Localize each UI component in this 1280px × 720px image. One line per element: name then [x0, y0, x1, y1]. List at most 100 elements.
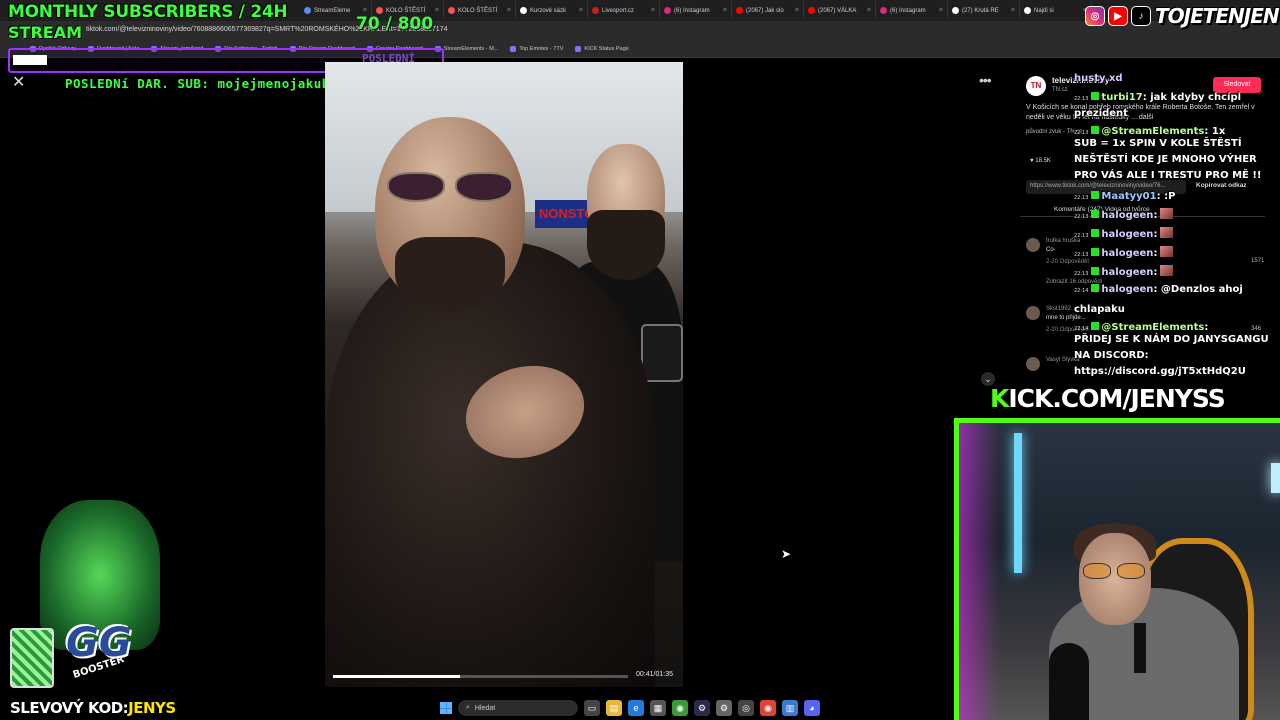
store-icon[interactable]: ▦	[650, 700, 666, 716]
webcam-lamp	[1271, 463, 1280, 493]
close-tab-icon[interactable]: ×	[939, 7, 943, 14]
webcam-microphone	[1049, 643, 1089, 720]
chat-text: PŘIDEJ SE K NÁM DO JANYSGANGU NA DISCORD…	[1074, 334, 1269, 377]
browser-tab-label: StreamEleme	[314, 7, 351, 14]
browser-tab[interactable]: (6) Instagram ×	[876, 1, 948, 20]
video-sunglasses	[387, 172, 517, 204]
bookmark-item[interactable]: StreamElements - M...	[434, 46, 499, 52]
tiktok-icon: ♪	[1131, 6, 1151, 26]
file-explorer-icon[interactable]: ▭	[584, 700, 600, 716]
chat-username[interactable]: halogeen	[1101, 210, 1153, 221]
chat-message: 22:13 halogeen:	[1074, 260, 1174, 279]
obs-icon[interactable]: ◎	[738, 700, 754, 716]
chat-text: prezident	[1074, 108, 1128, 119]
tiktok-video-player[interactable]: NONSTO	[325, 62, 683, 687]
chat-message: 22:13 halogeen:	[1074, 222, 1174, 241]
close-tab-icon[interactable]: ×	[723, 7, 727, 14]
stream-label: STREAM	[8, 23, 82, 42]
chat-emote-icon	[1160, 227, 1174, 238]
kick-url-rest: ICK.COM/JENYSS	[1008, 384, 1225, 413]
chat-message: prezident	[1074, 101, 1128, 120]
close-tab-icon[interactable]: ×	[579, 7, 583, 14]
chrome-icon[interactable]: ◉	[672, 700, 688, 716]
globe-icon	[520, 7, 527, 14]
chat-message: 22:13 halogeen:	[1074, 203, 1174, 222]
webcam-neon-light	[1014, 433, 1022, 573]
chat-username[interactable]: halogeen	[1101, 229, 1153, 240]
chat-username[interactable]: halogeen	[1101, 284, 1153, 295]
subscriber-badge-icon	[1091, 209, 1100, 218]
last-donation-name: mojejmenojakub	[217, 76, 330, 91]
tiktok-icon	[952, 7, 959, 14]
comment-text: Co-	[1046, 247, 1056, 253]
browser-tab[interactable]: Kurzové sázk ×	[516, 1, 588, 20]
close-tab-icon[interactable]: ×	[795, 7, 799, 14]
video-fur-coat	[325, 242, 655, 687]
chat-emote-icon	[1160, 265, 1174, 276]
tiktok-icon	[1024, 7, 1031, 14]
more-options-icon[interactable]: •••	[979, 72, 992, 88]
close-tab-icon[interactable]: ×	[1011, 7, 1015, 14]
chrome-icon[interactable]: ◉	[760, 700, 776, 716]
browser-tab[interactable]: Najdi si×	[1020, 1, 1092, 20]
chat-message: 22:13 halogeen:	[1074, 241, 1174, 260]
webcam-streamer-face	[1079, 533, 1151, 625]
subscriber-badge-icon	[1091, 228, 1100, 237]
chat-username[interactable]: Maatyy01	[1101, 191, 1156, 202]
bookmark-label: Top Emotes - 7TV	[519, 46, 564, 52]
chat-message: 22:13 Maatyy01: :P	[1074, 184, 1175, 203]
close-tab-icon[interactable]: ×	[867, 7, 871, 14]
chat-username[interactable]: halogeen	[1101, 267, 1153, 278]
bookmark-icon	[575, 46, 582, 52]
settings-icon[interactable]: ⚙	[716, 700, 732, 716]
browser-tab[interactable]: KOLO ŠTĚSTÍ ×	[444, 1, 516, 20]
channel-avatar[interactable]: TN	[1026, 76, 1046, 96]
chat-text: : jak kdyby chcípl	[1142, 92, 1242, 103]
comment-like-count[interactable]: 1571	[1251, 258, 1264, 264]
comment-avatar[interactable]	[1026, 357, 1040, 371]
promo-label: SLEVOVÝ KOD:	[10, 699, 129, 717]
close-tab-icon[interactable]: ×	[651, 7, 655, 14]
booster-cup	[10, 628, 54, 688]
browser-tab[interactable]: (27) Krutá RE ×	[948, 1, 1020, 20]
notepad-icon[interactable]: ▥	[782, 700, 798, 716]
browser-tab[interactable]: (2067) Jak slo ×	[732, 1, 804, 20]
close-icon[interactable]: ✕	[12, 72, 25, 92]
like-count[interactable]: ♥ 18.5K	[1030, 158, 1051, 164]
folder-icon[interactable]: ▤	[606, 700, 622, 716]
chat-text: :	[1153, 248, 1158, 259]
windows-start-icon[interactable]	[440, 702, 452, 714]
chat-username[interactable]: husty xd	[1074, 73, 1123, 84]
instagram-icon	[664, 7, 671, 14]
comment-avatar[interactable]	[1026, 238, 1040, 252]
chat-text: :	[1153, 267, 1158, 278]
search-icon: ⌕	[466, 704, 470, 711]
gg-booster-ad: GG BOOSTER	[10, 500, 170, 695]
taskbar-search[interactable]: ⌕ Hledat	[458, 700, 578, 716]
chat-message: SUB = 1x SPIN V KOLE ŠTĚSTÍ NEŠTĚSTÍ KDE…	[1074, 136, 1274, 184]
chat-username[interactable]: halogeen	[1101, 248, 1153, 259]
subscriber-badge-icon	[1091, 321, 1100, 330]
bookmark-item[interactable]: KICK Status Page	[575, 46, 629, 52]
video-progress-bar[interactable]	[333, 675, 628, 678]
browser-tab[interactable]: Livesport.cz ×	[588, 1, 660, 20]
close-tab-icon[interactable]: ×	[507, 7, 511, 14]
chat-message: 22:14 halogeen: @Denzlos ahoj chlapaku	[1074, 279, 1274, 318]
browser-tab-label: (6) Instagram	[674, 7, 710, 14]
browser-tab[interactable]: (2067) VÁLKA ×	[804, 1, 876, 20]
discord-icon[interactable]: ◕	[804, 700, 820, 716]
steam-icon[interactable]: ⚙	[694, 700, 710, 716]
video-progress-fill	[333, 675, 461, 678]
bookmark-label: StreamElements - M...	[443, 46, 499, 52]
edge-icon[interactable]: e	[628, 700, 644, 716]
close-tab-icon[interactable]: ×	[435, 7, 439, 14]
instagram-icon: ◎	[1085, 6, 1105, 26]
browser-tab[interactable]: (6) Instagram ×	[660, 1, 732, 20]
heart-icon: ♥	[1030, 158, 1034, 164]
kick-url: KICK.COM/JENYSS	[990, 384, 1226, 413]
video-person-bodyguard-beard	[587, 210, 665, 280]
close-tab-icon[interactable]: ×	[363, 7, 367, 14]
last-donation-prefix: POSLEDNí DAR. SUB:	[65, 76, 210, 91]
bookmark-item[interactable]: Top Emotes - 7TV	[510, 46, 563, 52]
comment-avatar[interactable]	[1026, 306, 1040, 320]
